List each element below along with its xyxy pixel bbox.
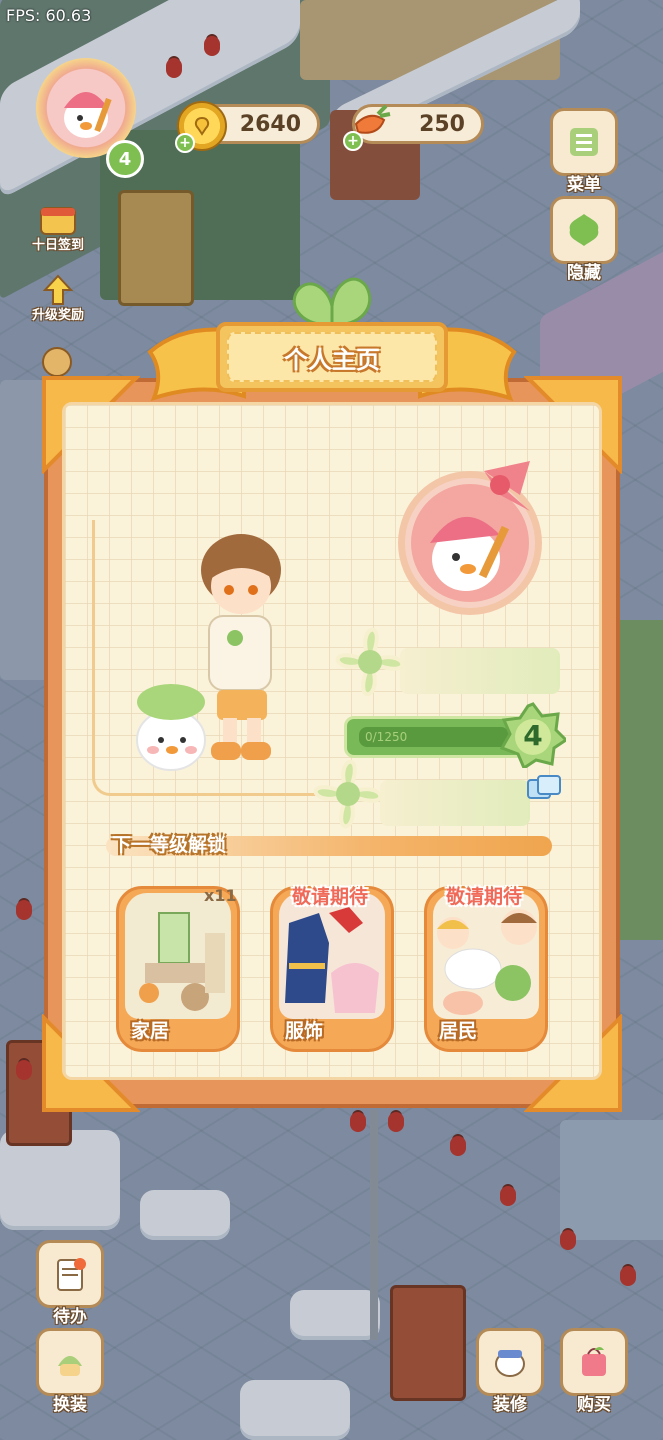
decorate-label: 装修	[493, 1395, 527, 1415]
coin-icon: +	[175, 101, 227, 153]
coin-counter[interactable]: + 2640	[175, 101, 320, 153]
level-number: 4	[523, 718, 543, 752]
name-stripe	[400, 648, 560, 694]
hide-label: 隐藏	[567, 263, 601, 283]
shop-button[interactable]: 购买	[560, 1328, 628, 1415]
shop-bag-icon	[560, 1328, 628, 1396]
residents-label: 居民	[439, 1020, 478, 1042]
furniture-label: 家居	[131, 1020, 170, 1042]
clover-icon	[335, 627, 405, 697]
sprout-leaf-icon	[292, 277, 372, 326]
hide-ui-button[interactable]: 隐藏	[550, 196, 618, 283]
fps-counter: FPS: 60.63	[6, 6, 92, 25]
duck-avatar-icon	[64, 92, 112, 138]
hide-icon	[550, 196, 618, 264]
sign-in-ten-days-button[interactable]: 十日签到	[32, 200, 84, 253]
furniture-art	[125, 893, 231, 1019]
residents-coming-soon: 敬请期待	[446, 886, 523, 908]
profile-title: 个人主页	[227, 332, 437, 382]
todo-button[interactable]: 待办	[36, 1240, 104, 1327]
add-carrot-icon[interactable]: +	[343, 131, 363, 151]
unlock-card-residents[interactable]: 居民	[424, 886, 548, 1052]
profile-title-plate: 个人主页	[216, 322, 448, 392]
info-stripe	[380, 780, 530, 826]
decorate-icon	[476, 1328, 544, 1396]
todo-list-icon	[36, 1240, 104, 1308]
unlock-card-furniture[interactable]: 家居	[116, 886, 240, 1052]
dress-up-icon	[36, 1328, 104, 1396]
todo-label: 待办	[53, 1307, 87, 1327]
carrot-amount: 250	[419, 111, 465, 137]
coin-amount: 2640	[239, 111, 301, 137]
furniture-count: x11	[204, 886, 237, 905]
shop-label: 购买	[577, 1395, 611, 1415]
share-card-icon[interactable]	[526, 774, 562, 802]
sign-in-label: 十日签到	[32, 238, 85, 253]
portrait-frame[interactable]	[390, 455, 550, 615]
level-reward-button[interactable]: 升级奖励	[32, 270, 84, 323]
menu-icon	[550, 108, 618, 176]
clover-icon	[313, 759, 383, 829]
clothing-coming-soon: 敬请期待	[292, 886, 369, 908]
menu-button[interactable]: 菜单	[550, 108, 618, 195]
carrot-counter[interactable]: + 250	[343, 104, 484, 151]
clothing-label: 服饰	[285, 1020, 324, 1042]
character-display[interactable]	[92, 520, 324, 796]
dress-up-button[interactable]: 换装	[36, 1328, 104, 1415]
level-reward-label: 升级奖励	[32, 308, 85, 323]
experience-bar: 0/1250	[344, 716, 524, 758]
character-figure	[136, 534, 281, 771]
residents-art	[433, 893, 539, 1019]
clothing-art	[279, 893, 385, 1019]
player-level-badge: 4	[106, 140, 144, 178]
unlock-card-clothing[interactable]: 服饰	[270, 886, 394, 1052]
decorate-button[interactable]: 装修	[476, 1328, 544, 1415]
menu-label: 菜单	[567, 175, 601, 195]
experience-text: 0/1250	[365, 730, 408, 744]
add-coin-icon[interactable]: +	[175, 133, 195, 153]
dress-up-label: 换装	[53, 1395, 87, 1415]
unlock-title: 下一等级解锁	[112, 834, 227, 856]
carrot-icon: +	[343, 101, 393, 151]
